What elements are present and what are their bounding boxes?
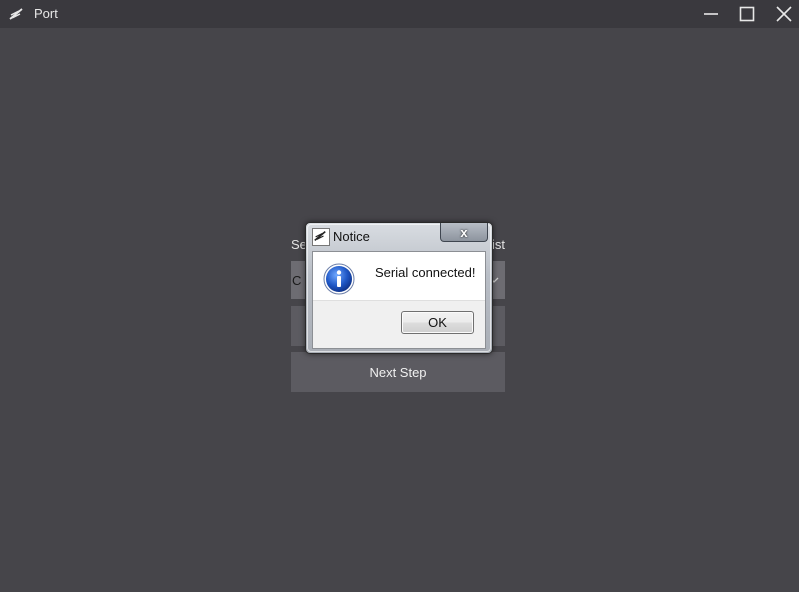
dialog-body: Serial connected! OK (312, 251, 486, 349)
dialog-message: Serial connected! (375, 265, 476, 280)
close-icon (776, 6, 792, 22)
minimize-icon (704, 13, 718, 15)
info-icon (323, 263, 355, 295)
close-button[interactable] (774, 4, 794, 24)
notice-dialog: Notice x Serial connected! OK (305, 222, 493, 354)
dialog-close-button[interactable]: x (440, 223, 488, 242)
app-icon (9, 8, 23, 20)
ok-button[interactable]: OK (401, 311, 474, 334)
dialog-title: Notice (333, 229, 370, 244)
minimize-button[interactable] (701, 4, 721, 24)
dialog-app-icon (312, 228, 330, 246)
maximize-button[interactable] (737, 4, 757, 24)
dialog-footer: OK (313, 300, 485, 348)
window-title: Port (34, 6, 58, 21)
title-bar: Port (0, 0, 799, 28)
next-step-button[interactable]: Next Step (291, 352, 505, 392)
maximize-icon (739, 6, 755, 22)
port-select-value: C (292, 273, 302, 288)
port-select-label-end: ist (492, 237, 505, 252)
